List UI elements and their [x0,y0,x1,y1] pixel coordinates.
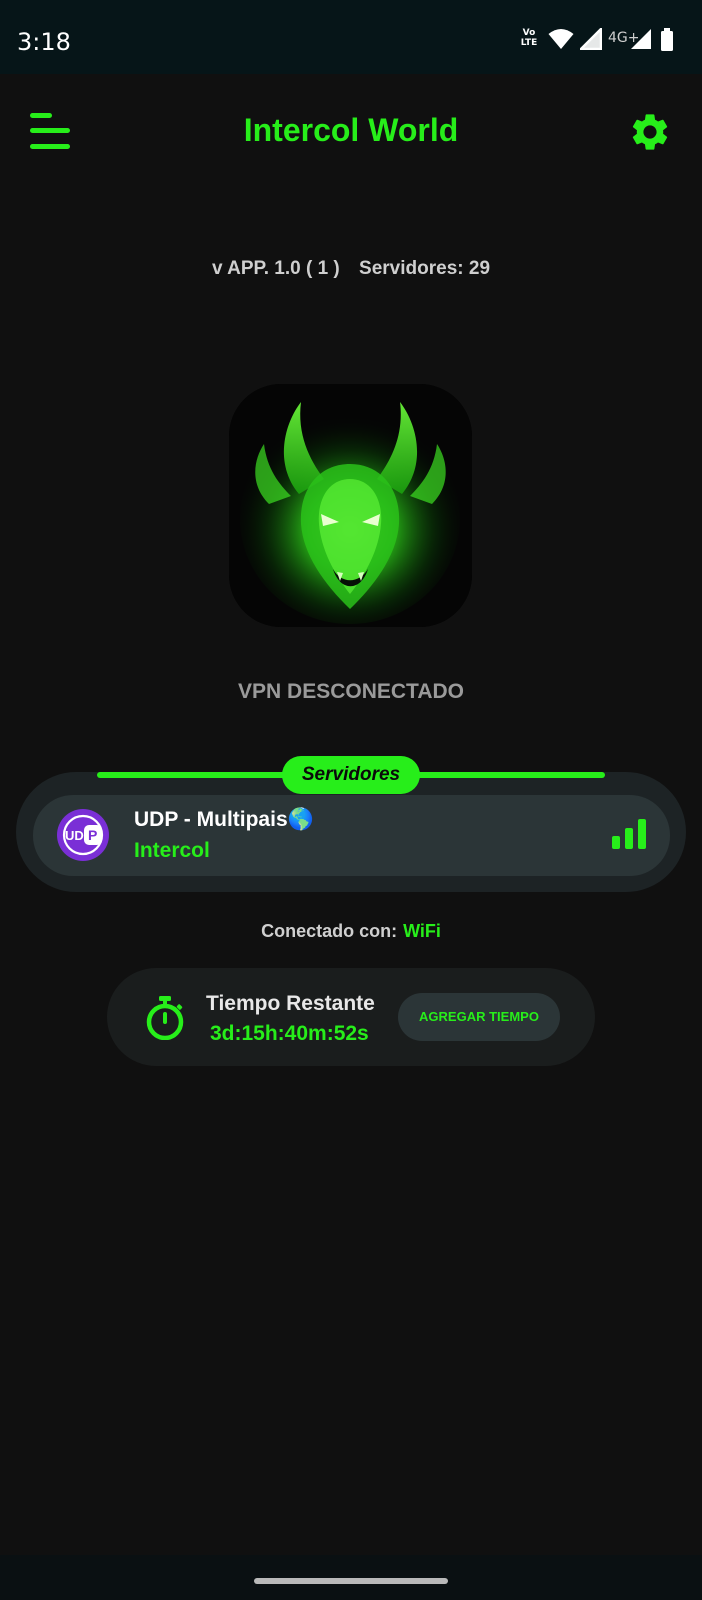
status-icons: Vo LTE 4G+ [518,28,678,56]
add-time-button[interactable]: AGREGAR TIEMPO [398,993,560,1041]
status-bar: 3:18 Vo LTE 4G+ [0,0,702,74]
selected-server[interactable]: UD P UDP - Multipais🌎 Intercol [33,795,670,876]
time-remaining-value: 3d:15h:40m:52s [210,1022,369,1045]
dragon-logo [229,384,472,627]
udp-server-icon: UD P [57,809,109,861]
gear-icon[interactable] [628,110,672,154]
svg-text:P: P [88,827,97,843]
wifi-icon [548,29,574,49]
dragon-logo-art [229,384,472,627]
stopwatch-icon [146,996,184,1040]
time-remaining-card: Tiempo Restante 3d:15h:40m:52s AGREGAR T… [107,968,595,1066]
status-time: 3:18 [17,28,71,56]
home-handle[interactable] [254,1578,448,1584]
time-remaining-label: Tiempo Restante [206,992,375,1015]
connection-label: Conectado con: [261,921,398,941]
battery-icon [661,28,673,51]
servers-count: Servidores: 29 [359,258,491,279]
connection-info: Conectado con: WiFi [0,921,702,942]
signal-bars-icon [612,819,646,849]
connection-type: WiFi [403,921,441,941]
app-version: v APP. 1.0 ( 1 ) [211,258,340,279]
server-name: UDP - Multipais🌎 [134,808,314,831]
vpn-status: VPN DESCONECTADO [238,680,464,703]
volte-icon: Vo LTE [520,28,538,48]
signal-4g-icon [631,29,651,49]
servers-title[interactable]: Servidores [282,756,420,794]
server-provider: Intercol [134,839,210,862]
signal-icon [580,28,602,50]
app-title: Intercol World [243,112,459,148]
app-header: Intercol World [0,74,702,184]
svg-text:UD: UD [65,828,84,843]
version-info: v APP. 1.0 ( 1 ) Servidores: 29 [0,258,702,280]
